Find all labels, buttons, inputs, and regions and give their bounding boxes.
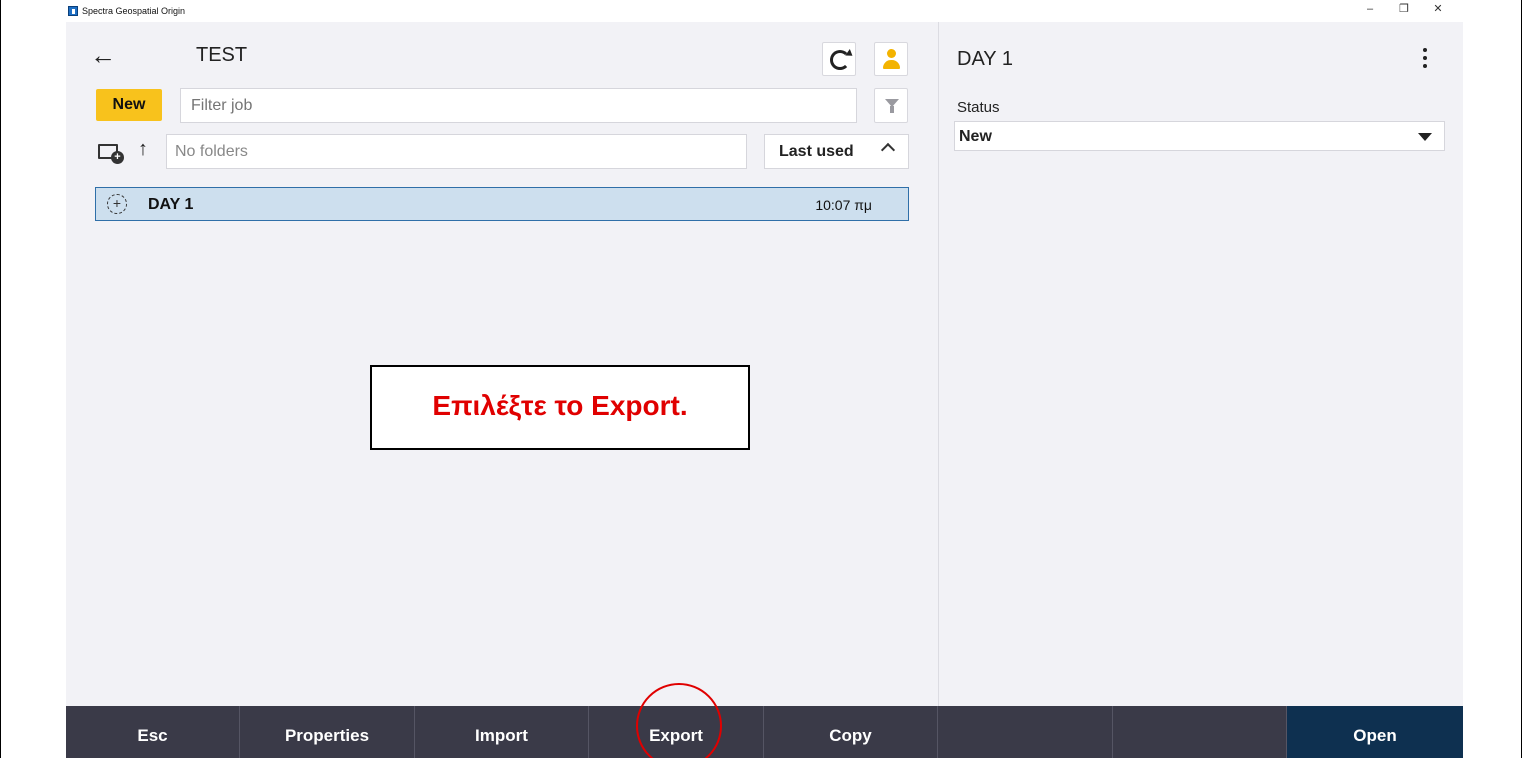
sort-label: Last used [779, 143, 854, 160]
import-button[interactable]: Import [415, 706, 589, 758]
minimize-button[interactable]: – [1360, 2, 1380, 16]
frame-left-border [0, 0, 1, 758]
bottom-action-bar: Esc Properties Import Export Copy Open [66, 706, 1463, 758]
new-job-button[interactable]: New [96, 89, 162, 121]
job-name: DAY 1 [148, 196, 194, 213]
frame-right-border [1521, 0, 1522, 758]
window-title: Spectra Geospatial Origin [82, 6, 186, 16]
pane-divider [938, 22, 939, 706]
properties-button[interactable]: Properties [240, 706, 415, 758]
folder-path-field[interactable]: No folders [166, 134, 747, 169]
refresh-icon [830, 50, 850, 70]
new-folder-icon[interactable]: + [98, 140, 126, 164]
page-title: TEST [196, 44, 248, 66]
instruction-callout: Επιλέξτε το Export. [370, 365, 750, 450]
job-list-item[interactable]: + DAY 1 10:07 πμ [95, 187, 909, 221]
sort-dropdown[interactable]: Last used [764, 134, 909, 169]
empty-slot-1 [938, 706, 1113, 758]
user-button[interactable] [874, 42, 908, 76]
open-button[interactable]: Open [1287, 706, 1463, 758]
restore-button[interactable]: ❐ [1394, 2, 1414, 16]
refresh-button[interactable] [822, 42, 856, 76]
job-time: 10:07 πμ [815, 197, 872, 213]
back-arrow-icon[interactable]: ← [90, 40, 116, 70]
title-bar: Spectra Geospatial Origin – ❐ ✕ [66, 0, 1463, 22]
detail-title: DAY 1 [957, 48, 1013, 70]
filter-icon [885, 99, 899, 113]
status-value: New [959, 128, 992, 145]
esc-button[interactable]: Esc [66, 706, 240, 758]
job-expand-icon[interactable]: + [107, 194, 127, 214]
export-button[interactable]: Export [589, 706, 764, 758]
app-icon [68, 6, 78, 16]
instruction-text: Επιλέξτε το Export. [432, 390, 688, 421]
status-label: Status [957, 99, 1000, 116]
chevron-up-icon [880, 142, 896, 158]
caret-down-icon [1418, 133, 1432, 141]
filter-job-input[interactable] [180, 88, 857, 123]
close-button[interactable]: ✕ [1428, 2, 1448, 16]
user-icon [887, 49, 896, 58]
filter-button[interactable] [874, 88, 908, 123]
more-options-icon[interactable] [1418, 46, 1432, 70]
empty-slot-2 [1113, 706, 1287, 758]
status-select[interactable]: New [954, 121, 1445, 151]
folder-up-icon[interactable]: ↑ [138, 138, 148, 161]
copy-button[interactable]: Copy [764, 706, 938, 758]
